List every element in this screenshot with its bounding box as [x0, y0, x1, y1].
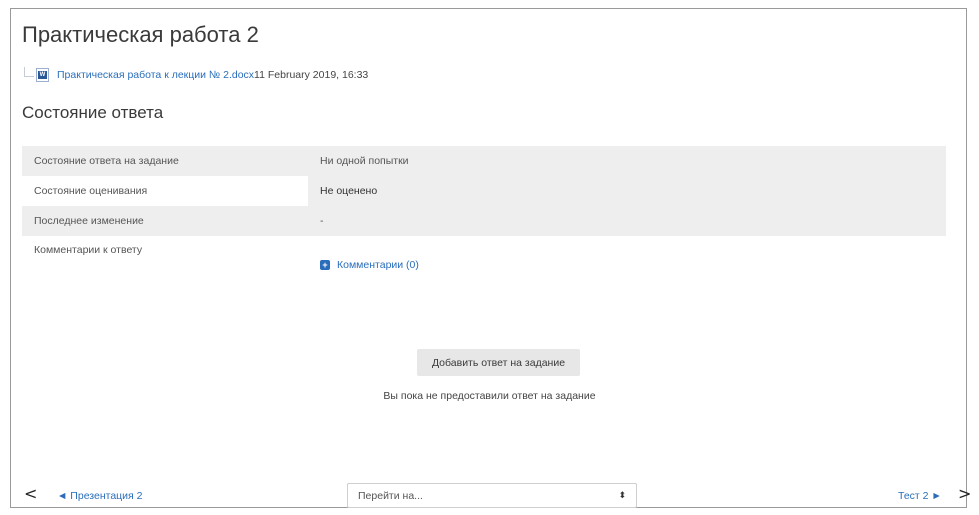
chevron-left-icon[interactable]: < [24, 484, 37, 503]
plus-icon: + [320, 260, 330, 270]
jump-to-select[interactable]: Перейти на... ⬍ [347, 483, 637, 508]
row-value: Не оценено [308, 176, 946, 206]
row-label: Состояние оценивания [22, 176, 308, 206]
row-label: Последнее изменение [22, 206, 308, 236]
row-label: Состояние ответа на задание [22, 146, 308, 176]
table-row: Состояние ответа на задание Ни одной поп… [22, 146, 946, 176]
row-value: Ни одной попытки [308, 146, 946, 176]
table-row: Последнее изменение - [22, 206, 946, 236]
row-value: - [308, 206, 946, 236]
next-activity-link[interactable]: Тест 2 ► [898, 490, 942, 502]
tree-connector [24, 67, 34, 77]
attachment-date: 11 February 2019, 16:33 [254, 69, 369, 81]
row-label: Комментарии к ответу [34, 244, 143, 256]
attachment-link[interactable]: Практическая работа к лекции № 2.docx [57, 69, 254, 81]
chevron-right-icon[interactable]: > [958, 484, 971, 503]
page-title: Практическая работа 2 [22, 22, 259, 47]
select-arrows-icon: ⬍ [618, 490, 626, 500]
attachment-row: Практическая работа к лекции № 2.docx 11… [24, 66, 368, 84]
word-doc-icon [36, 68, 49, 82]
table-row: Состояние оценивания Не оценено [22, 176, 946, 206]
prev-activity-link[interactable]: ◄ Презентация 2 [57, 490, 143, 502]
add-submission-button[interactable]: Добавить ответ на задание [417, 349, 580, 376]
comments-link[interactable]: Комментарии (0) [337, 259, 419, 271]
jump-to-placeholder: Перейти на... [358, 489, 423, 502]
no-submission-message: Вы пока не предоставили ответ на задание [383, 390, 596, 402]
comments-toggle[interactable]: + Комментарии (0) [320, 259, 934, 271]
submission-status-heading: Состояние ответа [22, 103, 164, 122]
